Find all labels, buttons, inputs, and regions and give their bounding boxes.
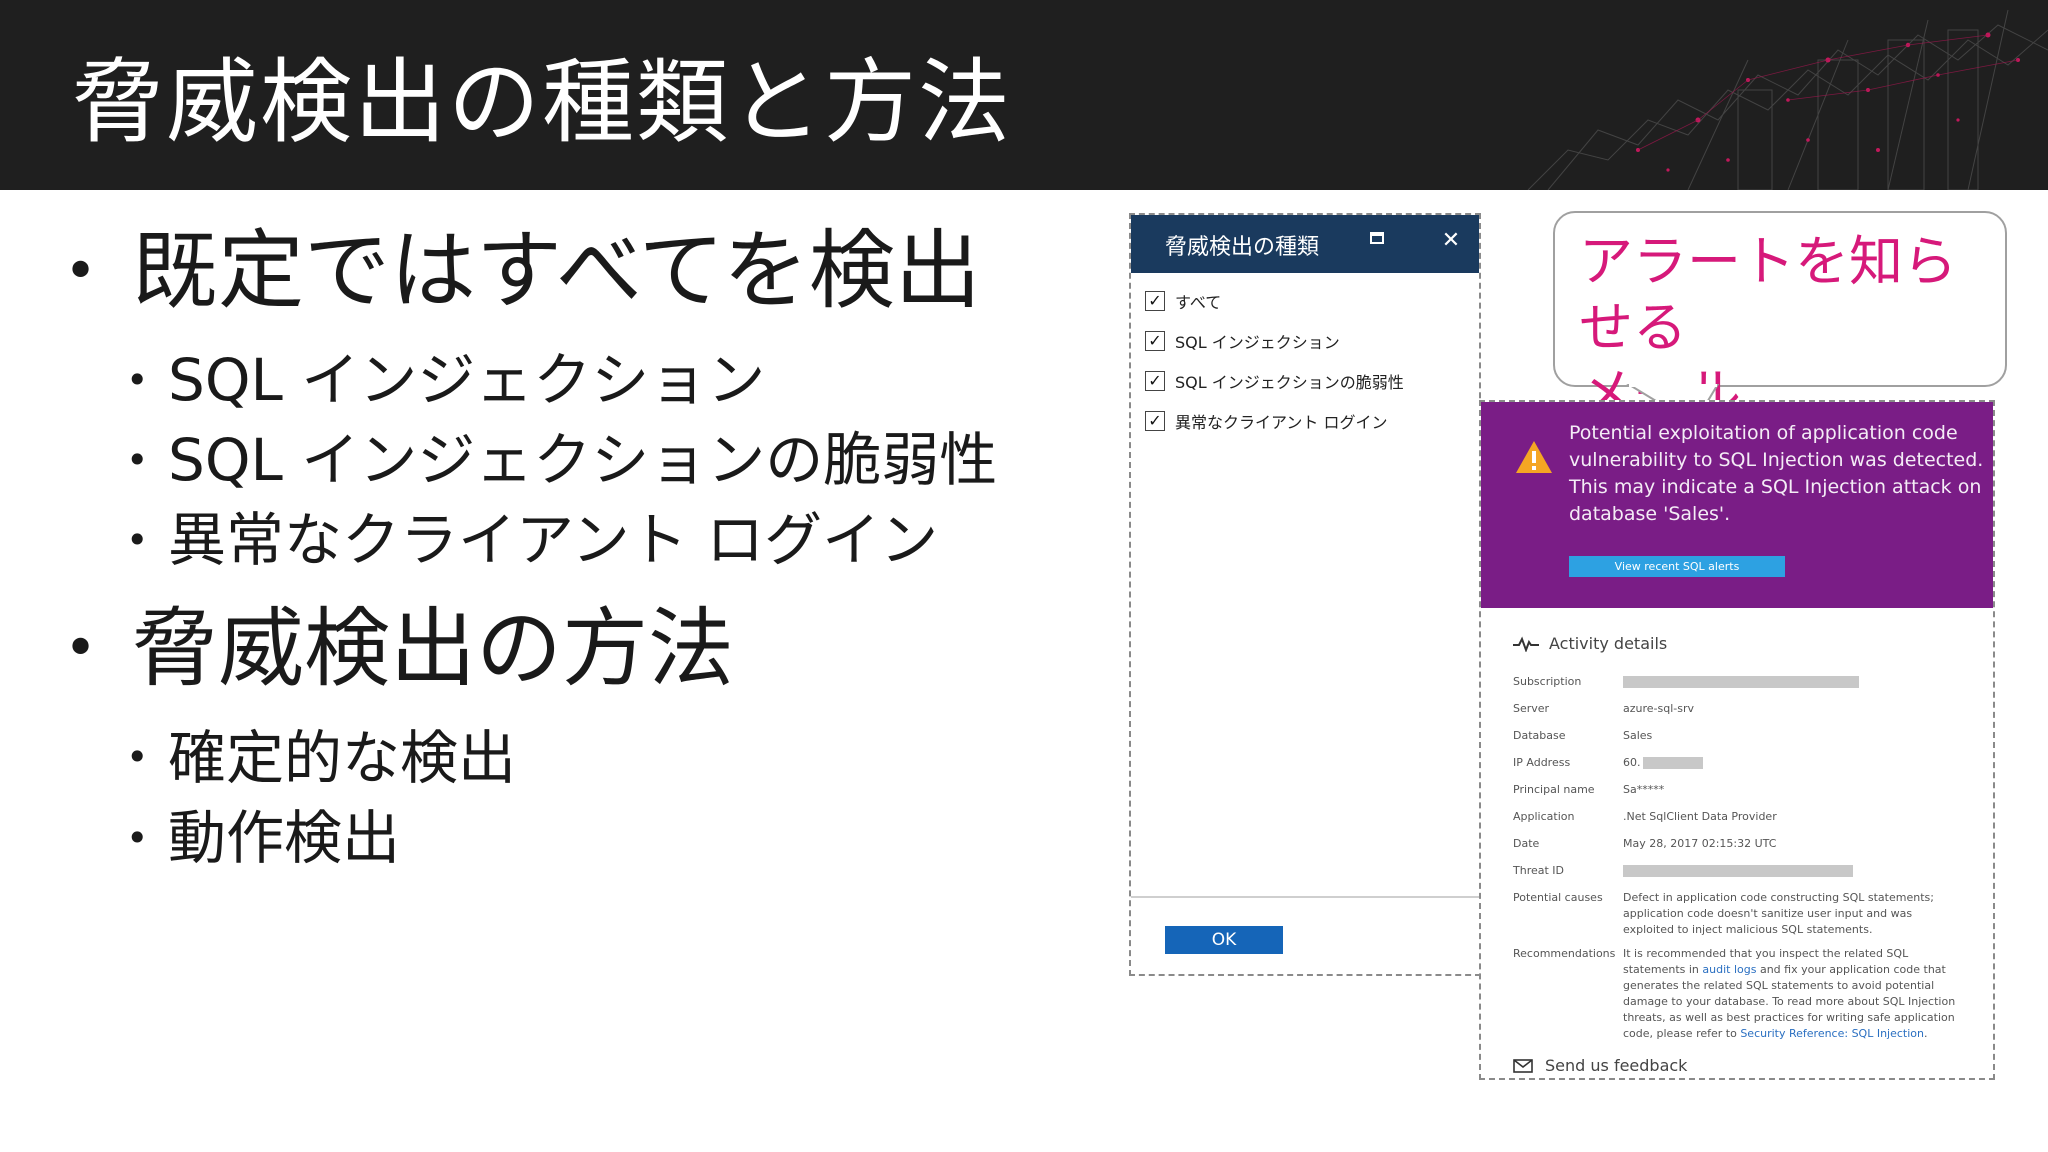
detail-row: IP Address 60. [1513,755,1963,771]
bullet-marker: • [64,616,98,682]
detail-row: Database Sales [1513,728,1963,744]
dialog-footer: OK [1131,896,1479,974]
checkbox-checked-icon[interactable]: ✓ [1145,411,1165,431]
detail-key: Database [1513,729,1566,742]
maximize-icon[interactable] [1365,229,1389,253]
detail-value: Defect in application code constructing … [1623,891,1934,936]
detail-key: Recommendations [1513,947,1616,960]
slide-title: 脅威検出の種類と方法 [72,49,1013,156]
option-sql-injection[interactable]: ✓ SQL インジェクション [1145,329,1340,353]
detail-key: Date [1513,837,1540,850]
bullet-marker: • [126,815,149,860]
sub-bullet-item: • SQL インジェクションの脆弱性 [126,420,1064,500]
bullet-marker: • [126,735,149,780]
sub-bullet-text: 動作検出 [168,803,401,872]
bullet-list: • 既定ではすべてを検出 • SQL インジェクション • SQL インジェクシ… [64,216,1064,878]
detail-row: Recommendations It is recommended that y… [1513,946,1963,1042]
sub-bullet-text: SQL インジェクションの脆弱性 [168,425,998,494]
detail-value: Sa***** [1623,783,1665,796]
detail-text: . [1924,1027,1928,1040]
city-skyline-graphic [1527,9,2048,190]
checkbox-checked-icon[interactable]: ✓ [1145,291,1165,311]
sub-bullet-text: SQL インジェクション [168,345,766,414]
audit-logs-link[interactable]: audit logs [1702,963,1756,976]
sub-bullet-item: • 異常なクライアント ログイン [126,500,1064,580]
close-icon[interactable]: ✕ [1439,229,1463,253]
callout-line: アラートを知らせる [1579,230,1957,359]
activity-title: Activity details [1549,634,1668,653]
option-all[interactable]: ✓ すべて [1145,289,1221,313]
checkbox-checked-icon[interactable]: ✓ [1145,371,1165,391]
activity-details-header: Activity details [1513,634,1667,653]
detail-row: Date May 28, 2017 02:15:32 UTC [1513,836,1963,852]
dialog-header: 脅威検出の種類 ✕ [1131,215,1479,273]
mail-icon [1513,1058,1533,1073]
bullet-marker: • [126,517,149,562]
sub-bullet-text: 確定的な検出 [168,723,517,792]
option-label: すべて [1175,293,1222,312]
detail-value: Sales [1623,729,1653,742]
dialog-title: 脅威検出の種類 [1165,235,1320,260]
option-anomalous-login[interactable]: ✓ 異常なクライアント ログイン [1145,409,1387,433]
callout-bubble: アラートを知らせる メール [1553,211,2007,425]
bullet-item: • 既定ではすべてを検出 [64,216,1064,328]
bullet-marker: • [126,437,149,482]
alert-message: Potential exploitation of application co… [1569,422,1984,525]
threat-types-dialog: 脅威検出の種類 ✕ ✓ すべて ✓ SQL インジェクション ✓ SQL インジ… [1129,213,1481,976]
ok-button[interactable]: OK [1165,926,1283,954]
redacted-value [1642,757,1703,769]
bullet-marker: • [126,357,149,402]
detail-row: Application .Net SqlClient Data Provider [1513,809,1963,825]
detail-key: Subscription [1513,675,1582,688]
redacted-value [1623,865,1853,877]
redacted-value [1623,676,1859,688]
sub-bullet-item: • 確定的な検出 [126,718,1064,798]
detail-row: Potential causes Defect in application c… [1513,890,1963,938]
detail-value: azure-sql-srv [1623,702,1695,715]
send-feedback[interactable]: Send us feedback [1513,1056,1687,1075]
detail-row: Principal name Sa***** [1513,782,1963,798]
view-alerts-button[interactable]: View recent SQL alerts [1569,556,1785,577]
detail-key: Server [1513,702,1550,715]
detail-row: Subscription [1513,674,1963,690]
warning-icon [1516,441,1552,473]
bullet-text: 既定ではすべてを検出 [132,221,981,321]
option-sql-injection-vulnerability[interactable]: ✓ SQL インジェクションの脆弱性 [1145,369,1404,393]
sub-bullet-item: • 動作検出 [126,798,1064,878]
option-label: SQL インジェクション [1175,333,1340,352]
alert-banner: Potential exploitation of application co… [1481,402,1993,608]
alert-email: Potential exploitation of application co… [1479,400,1995,1080]
feedback-label: Send us feedback [1545,1056,1688,1075]
detail-key: Application [1513,810,1575,823]
checkbox-checked-icon[interactable]: ✓ [1145,331,1165,351]
sub-bullet-text: 異常なクライアント ログイン [168,505,939,574]
activity-pulse-icon [1513,635,1539,652]
security-reference-link[interactable]: Security Reference: SQL Injection [1740,1027,1924,1040]
detail-value: 60. [1623,756,1641,769]
detail-value: It is recommended that you inspect the r… [1623,946,1963,1042]
detail-value: .Net SqlClient Data Provider [1623,810,1777,823]
bullet-marker: • [64,238,98,304]
option-label: SQL インジェクションの脆弱性 [1175,373,1404,392]
detail-key: Potential causes [1513,891,1603,904]
detail-key: Principal name [1513,783,1595,796]
title-bar: 脅威検出の種類と方法 [0,0,2048,190]
sub-bullet-item: • SQL インジェクション [126,340,1064,420]
bullet-text: 脅威検出の方法 [132,598,734,699]
detail-key: IP Address [1513,756,1571,769]
detail-value: May 28, 2017 02:15:32 UTC [1623,837,1777,850]
detail-row: Threat ID [1513,863,1963,879]
detail-row: Server azure-sql-srv [1513,701,1963,717]
option-label: 異常なクライアント ログイン [1175,413,1388,432]
detail-key: Threat ID [1513,864,1565,877]
bullet-item: • 脅威検出の方法 [64,594,1064,706]
